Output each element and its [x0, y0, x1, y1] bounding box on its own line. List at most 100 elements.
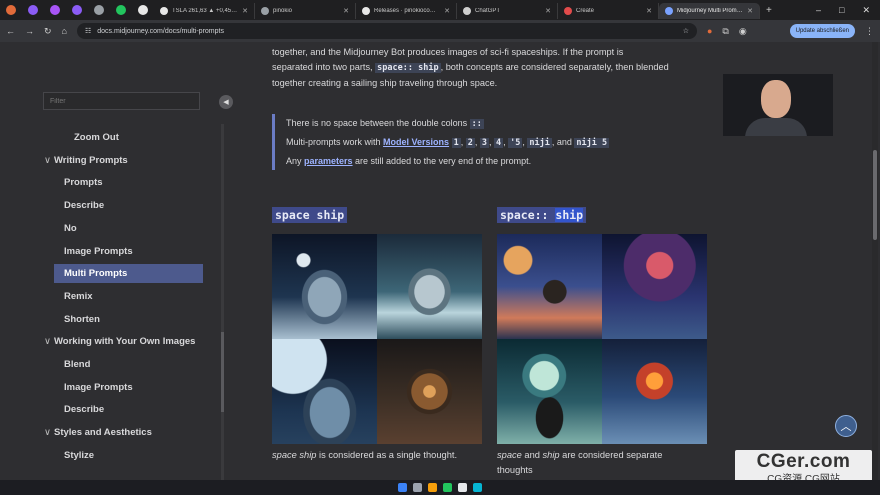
pinned-tab[interactable] [44, 0, 66, 20]
new-tab-button[interactable]: + [766, 5, 772, 16]
tab-close-icon[interactable]: ✕ [242, 7, 248, 15]
sidebar-item[interactable]: Prompts [64, 177, 103, 188]
chrome-icon[interactable] [443, 483, 452, 492]
chevron-down-icon: ∨ [44, 336, 51, 348]
address-bar[interactable]: ☷ docs.midjourney.com/docs/multi-prompts… [76, 23, 697, 39]
back-icon[interactable]: ← [6, 26, 15, 36]
watermark-title: CGer.com [756, 451, 851, 472]
sidebar-item[interactable]: Remix [64, 291, 93, 302]
pinned-tab[interactable] [132, 0, 154, 20]
pinned-tab[interactable] [22, 0, 44, 20]
space-ship-image-1[interactable] [272, 234, 377, 339]
browser-tab[interactable]: ChatGPT ✕ [457, 3, 558, 19]
tab-close-icon[interactable]: ✕ [646, 7, 652, 15]
browser-toolbar: ← → ↻ ⌂ ☷ docs.midjourney.com/docs/multi… [0, 20, 880, 42]
reload-icon[interactable]: ↻ [44, 26, 52, 37]
browser-tab[interactable]: Create ✕ [558, 3, 659, 19]
sidebar-item[interactable]: Zoom Out [74, 132, 119, 143]
page-scrollbar[interactable] [872, 42, 878, 480]
search-icon[interactable] [413, 483, 422, 492]
tab-close-icon[interactable]: ✕ [444, 7, 450, 15]
folder-icon[interactable] [428, 483, 437, 492]
collapse-sidebar-icon[interactable]: ◀ [219, 95, 233, 109]
label-part: ship [555, 208, 584, 222]
note-text: Multi-prompts work with [286, 137, 384, 147]
sidebar: ◀ Zoom Out ∨Writing Prompts Prompts Describ… [0, 42, 233, 480]
pinned-tab[interactable] [110, 0, 132, 20]
profile-icon[interactable]: ◉ [739, 26, 747, 37]
space-colon-ship-image-1[interactable] [497, 234, 602, 339]
space-colon-ship-image-3[interactable] [497, 339, 602, 444]
bookmark-star-icon[interactable]: ☆ [683, 27, 689, 35]
sidebar-item[interactable]: Blend [64, 359, 90, 370]
sidebar-item[interactable]: Multi Prompts [64, 268, 127, 279]
pinned-tab-icon [94, 5, 104, 15]
browser-tab[interactable]: Midjourney Multi Prompts ✕ [659, 3, 760, 19]
space-ship-label: space ship [272, 207, 348, 223]
intro-paragraph: together, and the Midjourney Bot produce… [272, 45, 712, 91]
space-ship-image-4[interactable] [377, 339, 482, 444]
pinned-tab[interactable] [0, 0, 22, 20]
caption-em: ship [542, 450, 560, 460]
minimize-button[interactable]: – [816, 5, 821, 15]
tab-close-icon[interactable]: ✕ [343, 7, 349, 15]
tab-favicon [564, 7, 572, 15]
site-info-icon[interactable]: ☷ [85, 27, 91, 35]
note-text: , and [551, 137, 575, 147]
parameters-link[interactable]: parameters [304, 156, 353, 166]
space-colon-ship-image-grid[interactable] [497, 234, 707, 444]
caption-text: are considered separate [559, 450, 663, 460]
maximize-button[interactable]: □ [839, 5, 844, 15]
browser-tab[interactable]: TSLA 261,63 ▲ +0,45% N ✕ [154, 3, 255, 19]
para-text: separated into two parts, [272, 62, 376, 72]
sidebar-item[interactable]: Stylize [64, 450, 94, 461]
page-scrollbar-thumb[interactable] [873, 150, 877, 240]
forward-icon[interactable]: → [25, 26, 34, 36]
sidebar-item-label: Image Prompts [64, 381, 133, 393]
model-versions-link[interactable]: Model Versions [383, 137, 449, 147]
sidebar-item[interactable]: Image Prompts [64, 246, 133, 257]
browser-tab[interactable]: Releases · pinokiocomputer ✕ [356, 3, 457, 19]
home-icon[interactable]: ⌂ [62, 26, 67, 36]
tab-title: Create [576, 8, 595, 14]
sidebar-item[interactable]: Image Prompts [64, 382, 133, 393]
sidebar-item-label: Stylize [64, 449, 95, 461]
sidebar-item-label: Multi Prompts [64, 268, 128, 280]
update-button[interactable]: Update abschließen [789, 24, 855, 38]
filter-input[interactable] [43, 92, 200, 110]
sidebar-item[interactable]: Describe [64, 404, 104, 415]
space-ship-image-grid[interactable] [272, 234, 482, 444]
sidebar-item[interactable]: No [64, 223, 77, 234]
caption-text: is considered as a single thought. [316, 450, 458, 460]
tab-close-icon[interactable]: ✕ [545, 7, 551, 15]
close-window-button[interactable]: ✕ [862, 5, 870, 16]
app-icon[interactable] [473, 483, 482, 492]
sidebar-item[interactable]: ∨ Writing Prompts [44, 155, 128, 166]
para-line-2: separated into two parts, space:: ship, … [272, 60, 712, 76]
puzzle-icon[interactable]: ⧉ [722, 26, 728, 37]
version-code: 4 [494, 138, 504, 148]
sidebar-item[interactable]: ∨ Working with Your Own Images [44, 336, 195, 347]
pinned-tab-icon [6, 5, 16, 15]
sidebar-item[interactable]: Shorten [64, 314, 100, 325]
app-icon[interactable] [458, 483, 467, 492]
space-colon-ship-image-4[interactable] [602, 339, 707, 444]
extension-icon[interactable]: ● [707, 26, 712, 36]
note-line-1: There is no space between the double col… [286, 114, 672, 133]
space-colon-ship-image-2[interactable] [602, 234, 707, 339]
pinned-tab[interactable] [88, 0, 110, 20]
sidebar-scrollbar-thumb[interactable] [221, 332, 224, 412]
menu-icon[interactable]: ⋮ [865, 26, 874, 37]
sidebar-scrollbar[interactable] [221, 124, 224, 480]
space-ship-image-2[interactable] [377, 234, 482, 339]
sidebar-item-label: Shorten [64, 313, 100, 325]
start-icon[interactable] [398, 483, 407, 492]
space-ship-image-3[interactable] [272, 339, 377, 444]
tab-close-icon[interactable]: ✕ [747, 7, 753, 15]
pinned-tab[interactable] [66, 0, 88, 20]
sidebar-item[interactable]: ∨ Styles and Aesthetics [44, 427, 152, 438]
scroll-to-top-button[interactable]: ︿ [835, 415, 857, 437]
browser-tab[interactable]: pinokio ✕ [255, 3, 356, 19]
sidebar-item[interactable]: Describe [64, 200, 104, 211]
webcam-overlay [723, 74, 833, 136]
